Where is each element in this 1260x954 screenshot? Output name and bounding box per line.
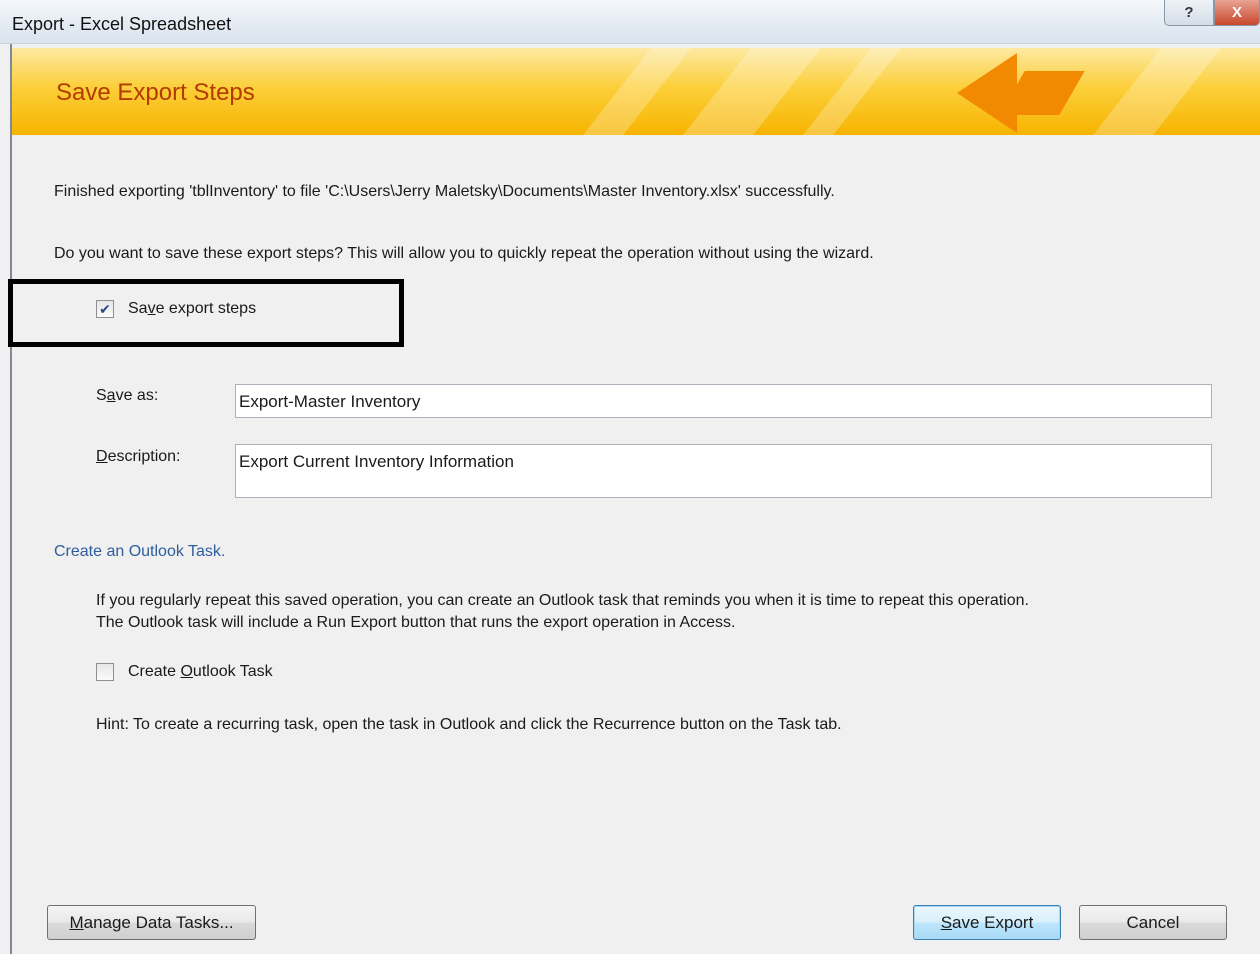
outlook-info-line-1: If you regularly repeat this saved opera… bbox=[96, 592, 1029, 609]
description-label: Description: bbox=[96, 448, 181, 465]
create-outlook-task-label[interactable]: Create Outlook Task bbox=[128, 663, 273, 681]
banner-decoration bbox=[557, 48, 707, 135]
save-as-input[interactable]: Export-Master Inventory bbox=[235, 384, 1212, 418]
banner-arrow-icon bbox=[957, 53, 1017, 133]
checkmark-icon: ✔ bbox=[99, 300, 111, 317]
create-outlook-task-checkbox[interactable] bbox=[96, 663, 114, 681]
window-title: Export - Excel Spreadsheet bbox=[12, 14, 232, 34]
cancel-button[interactable]: Cancel bbox=[1079, 905, 1227, 940]
banner-decoration bbox=[1067, 48, 1237, 135]
save-export-button[interactable]: Save Export bbox=[913, 905, 1061, 940]
caption-buttons: ? X bbox=[1164, 0, 1260, 26]
dialog-body bbox=[10, 44, 1260, 954]
title-bar: Export - Excel Spreadsheet ? X bbox=[0, 0, 1260, 44]
save-export-steps-label[interactable]: Save export steps bbox=[128, 300, 256, 318]
description-input[interactable]: Export Current Inventory Information bbox=[235, 444, 1212, 498]
save-export-steps-checkbox[interactable]: ✔ bbox=[96, 300, 114, 318]
banner-decoration bbox=[657, 48, 837, 135]
banner-title: Save Export Steps bbox=[56, 79, 255, 106]
help-button[interactable]: ? bbox=[1164, 0, 1214, 26]
recurrence-hint: Hint: To create a recurring task, open t… bbox=[96, 716, 842, 733]
save-question: Do you want to save these export steps? … bbox=[54, 245, 874, 262]
close-button[interactable]: X bbox=[1214, 0, 1260, 26]
save-as-label: Save as: bbox=[96, 387, 159, 404]
wizard-banner: Save Export Steps bbox=[12, 48, 1260, 135]
outlook-info-line-2: The Outlook task will include a Run Expo… bbox=[96, 614, 736, 631]
finished-message: Finished exporting 'tblInventory' to fil… bbox=[54, 183, 835, 200]
manage-data-tasks-button[interactable]: Manage Data Tasks... bbox=[47, 905, 256, 940]
create-outlook-task-link[interactable]: Create an Outlook Task. bbox=[54, 543, 225, 561]
